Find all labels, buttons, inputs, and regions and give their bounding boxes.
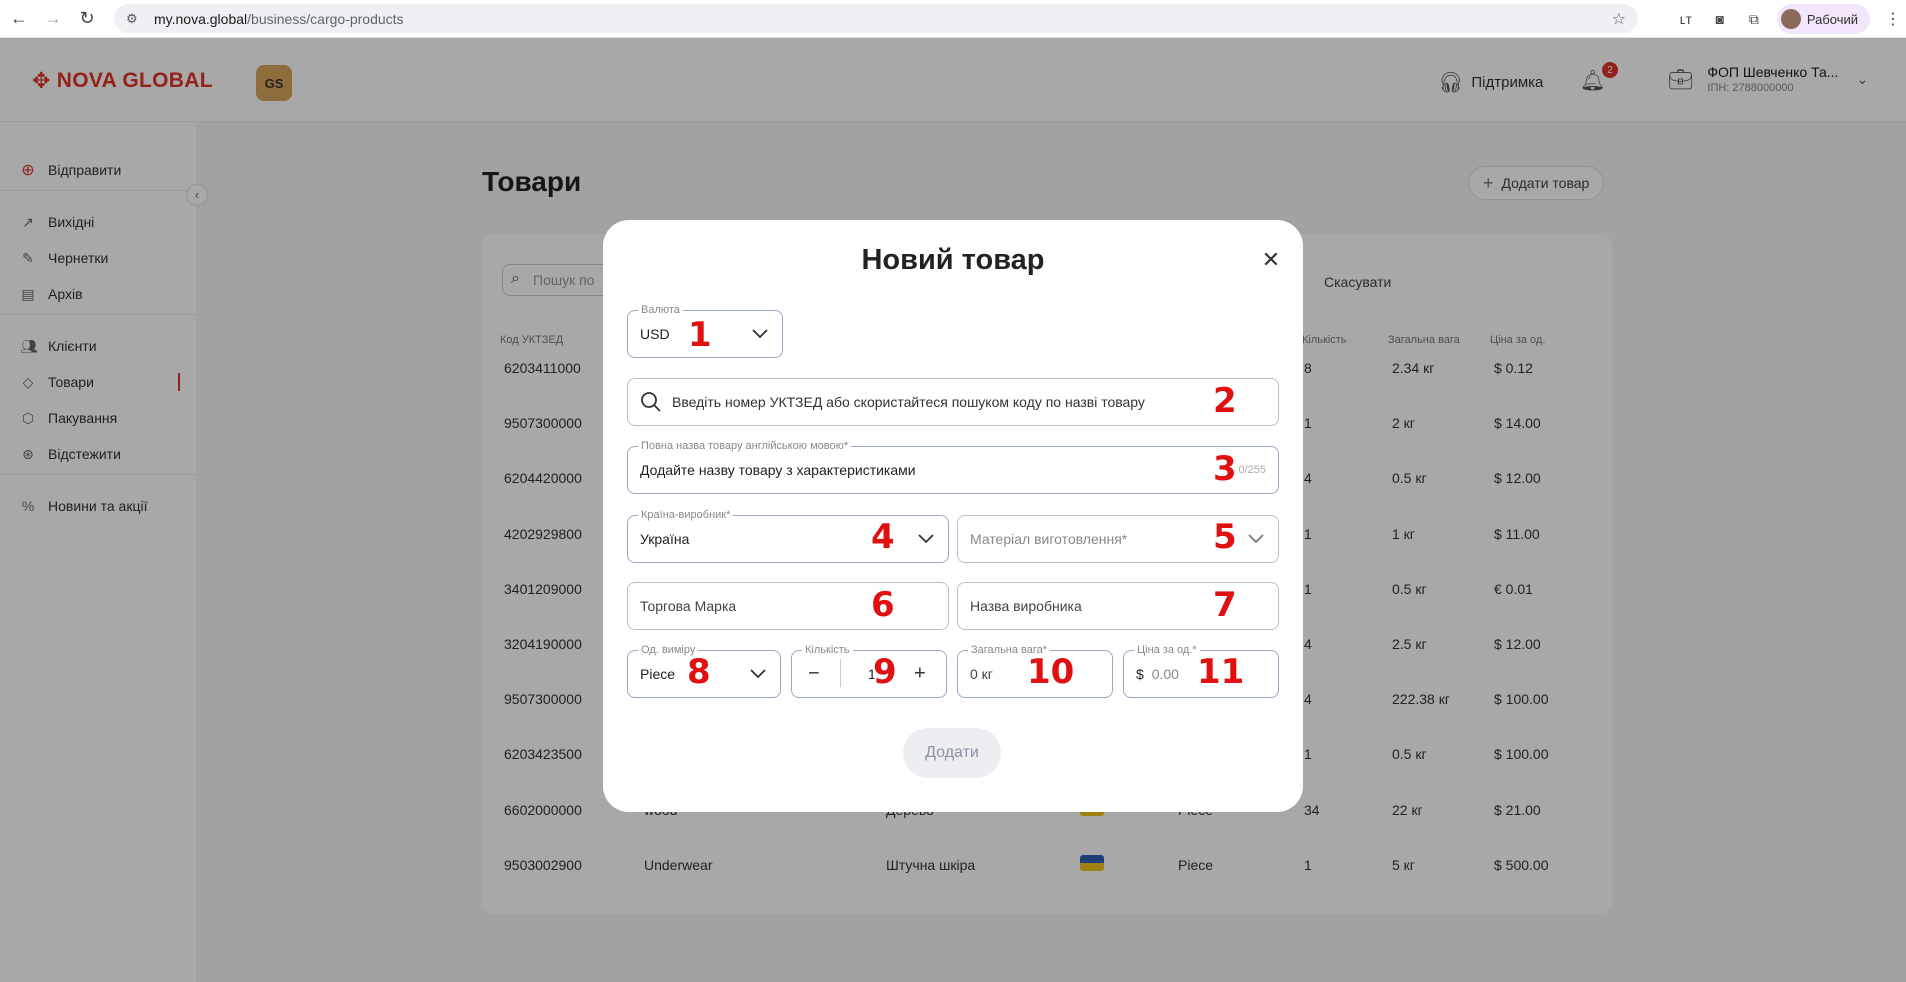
extensions-icon[interactable]: ⧉ (1737, 11, 1771, 28)
quantity-stepper[interactable]: Кількість − 1 + (791, 643, 947, 698)
price-placeholder: 0.00 (1151, 666, 1179, 682)
uktzed-placeholder-text: Введіть номер УКТЗЕД або скористайтеся п… (672, 394, 1145, 410)
close-icon[interactable]: ✕ (1261, 247, 1281, 272)
chevron-down-icon (1248, 534, 1264, 544)
site-settings-icon[interactable]: ⚙ (126, 11, 144, 27)
annotation-number: 2 (1213, 381, 1237, 421)
unit-value: Piece (640, 666, 676, 682)
annotation-number: 3 (1213, 449, 1237, 489)
browser-toolbar: ← → ↻ ⚙ my.nova.global/business/cargo-pr… (0, 0, 1906, 38)
new-product-modal: Новий товар ✕ Валюта USD 1 Введіть номер… (603, 220, 1303, 812)
translate-extension-icon[interactable]: ʟᴛ (1669, 11, 1703, 27)
country-value: Україна (640, 531, 690, 547)
profile-button[interactable]: Рабочий (1776, 4, 1870, 34)
annotation-number: 6 (871, 585, 895, 625)
weight-placeholder: 0 кг (970, 666, 993, 682)
annotation-number: 11 (1197, 652, 1245, 692)
chevron-down-icon (750, 669, 766, 679)
plus-icon[interactable]: + (914, 663, 926, 686)
camera-extension-icon[interactable]: ◙ (1703, 11, 1737, 27)
material-placeholder: Матеріал виготовлення* (970, 531, 1128, 547)
annotation-number: 8 (687, 652, 711, 692)
profile-label: Рабочий (1806, 11, 1858, 27)
bookmark-star-icon[interactable]: ☆ (1612, 9, 1626, 29)
annotation-number: 5 (1213, 517, 1237, 557)
address-bar[interactable]: ⚙ my.nova.global/business/cargo-products… (114, 4, 1638, 33)
country-select[interactable]: Країна-виробник* Україна (627, 508, 949, 563)
annotation-number: 1 (688, 315, 712, 355)
annotation-number: 9 (873, 652, 897, 692)
minus-icon[interactable]: − (808, 663, 820, 686)
uktzed-placeholder: Введіть номер УКТЗЕД або скористайтеся п… (672, 394, 1145, 410)
annotation-number: 10 (1027, 652, 1075, 692)
uktzed-search-input[interactable]: Введіть номер УКТЗЕД або скористайтеся п… (627, 378, 1279, 426)
manufacturer-placeholder: Назва виробника (970, 598, 1082, 614)
back-icon[interactable]: ← (4, 4, 34, 34)
chevron-down-icon (918, 534, 934, 544)
url-host: my.nova.global (154, 10, 248, 27)
quantity-label: Кількість (802, 643, 853, 657)
forward-icon[interactable]: → (38, 4, 68, 34)
price-label: Ціна за од.* (1134, 643, 1200, 657)
annotation-number: 7 (1213, 585, 1237, 625)
search-icon (640, 391, 662, 418)
currency-label: Валюта (638, 303, 683, 317)
annotation-number: 4 (871, 517, 895, 557)
reload-icon[interactable]: ↻ (72, 4, 102, 34)
browser-menu-icon[interactable]: ⋮ (1880, 9, 1906, 29)
url-path: /business/cargo-products (247, 10, 404, 27)
divider (840, 659, 841, 687)
full-name-label: Повна назва товару англійською мовою* (638, 439, 852, 453)
price-input-content: $ 0.00 (1136, 666, 1179, 682)
country-label: Країна-виробник* (638, 508, 734, 522)
currency-symbol: $ (1136, 666, 1144, 682)
chevron-down-icon (752, 329, 768, 339)
brand-input[interactable]: Торгова Марка (627, 582, 949, 630)
full-name-placeholder: Додайте назву товару з характеристиками (640, 462, 916, 478)
currency-value: USD (640, 326, 670, 342)
submit-add-button[interactable]: Додати (903, 728, 1001, 778)
modal-title: Новий товар (861, 244, 1045, 276)
full-name-input[interactable]: Повна назва товару англійською мовою* До… (627, 439, 1279, 494)
avatar (1780, 9, 1801, 29)
brand-placeholder: Торгова Марка (640, 598, 737, 614)
char-counter: 0/255 (1238, 464, 1266, 476)
